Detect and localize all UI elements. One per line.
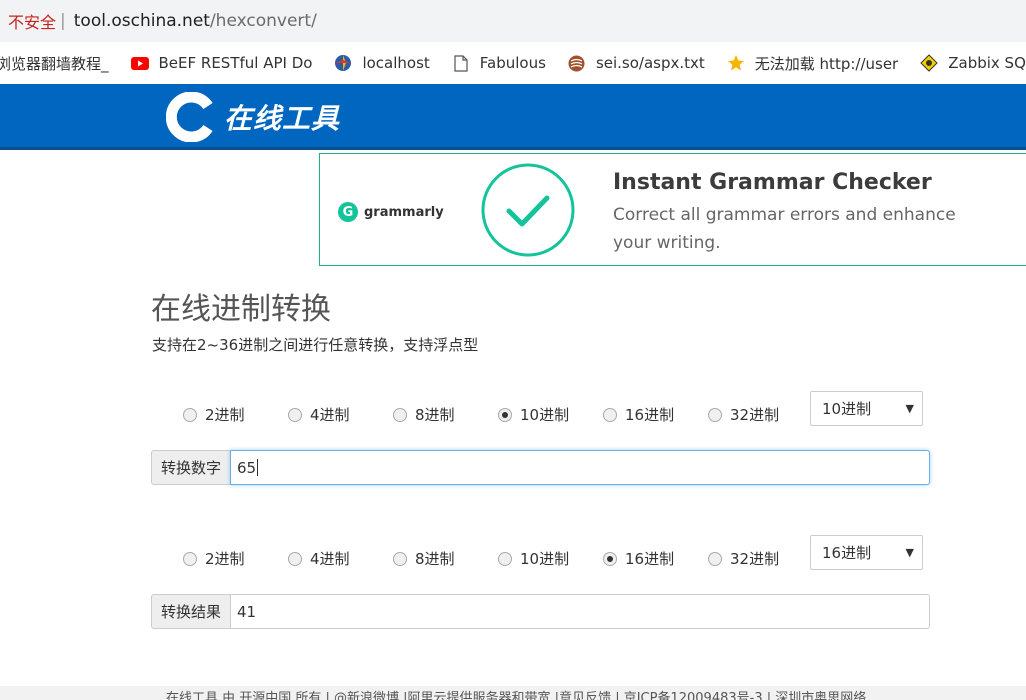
source-base-select[interactable]: 10进制 ▼	[810, 391, 923, 426]
result-output[interactable]: 41	[230, 594, 930, 629]
radio-label: 16进制	[625, 406, 675, 424]
radio-button[interactable]	[498, 407, 512, 422]
radio-label: 2进制	[205, 406, 245, 424]
radio-button[interactable]	[288, 407, 302, 422]
source-radio-10[interactable]: 10进制	[498, 404, 603, 425]
security-indicator[interactable]: 不安全	[8, 9, 56, 33]
result-field: 转换结果 41	[151, 594, 930, 629]
ad-body: Correct all grammar errors and enhance y…	[613, 205, 956, 253]
bookmark-label: Zabbix SQL Inje	[948, 54, 1026, 72]
radio-label: 2进制	[205, 550, 245, 568]
input-value: 65	[237, 458, 257, 477]
dropdown-arrow-icon: ▼	[905, 402, 914, 415]
zabbix-icon	[920, 54, 938, 72]
radio-button[interactable]	[183, 407, 197, 422]
source-radio-8[interactable]: 8进制	[393, 404, 498, 425]
radio-label: 32进制	[730, 550, 780, 568]
target-radio-2[interactable]: 2进制	[183, 548, 288, 569]
bookmark-label: BeEF RESTful API Do	[158, 54, 313, 72]
source-radio-2[interactable]: 2进制	[183, 404, 288, 425]
radio-button[interactable]	[393, 551, 407, 566]
localhost-icon	[334, 54, 352, 72]
site-logo[interactable]: 在线工具	[166, 92, 340, 142]
radio-label: 16进制	[625, 550, 675, 568]
radio-button[interactable]	[708, 551, 722, 566]
ad-brand: grammarly	[364, 204, 444, 220]
page-icon	[452, 54, 470, 72]
bookmark-item[interactable]: Fabulous	[452, 54, 546, 72]
target-radio-10[interactable]: 10进制	[498, 548, 603, 569]
address-bar[interactable]: 不安全 | tool.oschina.net/hexconvert/	[0, 0, 1026, 42]
bookmark-label: 无法加载 http://user	[754, 54, 899, 73]
url-path[interactable]: /hexconvert/	[210, 11, 317, 31]
dropdown-arrow-icon: ▼	[905, 546, 914, 559]
bookmark-item[interactable]: 无法加载 http://user	[727, 53, 898, 74]
radio-label: 10进制	[520, 550, 570, 568]
site-header: 在线工具	[0, 84, 1026, 150]
page-title: 在线进制转换	[151, 292, 331, 327]
target-radio-4[interactable]: 4进制	[288, 548, 393, 569]
url-host[interactable]: tool.oschina.net	[74, 11, 210, 31]
radio-button[interactable]	[603, 407, 617, 422]
source-radio-4[interactable]: 4进制	[288, 404, 393, 425]
target-base-radio-group: 2进制 4进制 8进制 10进制 16进制 32进制	[183, 548, 813, 569]
text-cursor	[257, 459, 259, 476]
checkmark-icon	[481, 163, 575, 257]
input-number-field: 转换数字 65	[151, 450, 930, 485]
page-footer: 在线工具 由 开源中国 所有 | @新浪微博 |阿里云提供服务器和带宽 |意见反…	[0, 686, 1026, 700]
target-radio-32[interactable]: 32进制	[708, 548, 813, 569]
bookmark-item[interactable]: sei.so/aspx.txt	[568, 54, 705, 72]
bookmarks-bar: 浏览器翻墙教程_ BeEF RESTful API Do localhost F…	[0, 42, 1026, 84]
input-label: 转换数字	[151, 450, 230, 485]
select-value: 16进制	[822, 544, 872, 562]
radio-label: 4进制	[310, 406, 350, 424]
source-radio-32[interactable]: 32进制	[708, 404, 813, 425]
number-input[interactable]: 65	[230, 450, 930, 485]
radio-label: 32进制	[730, 406, 780, 424]
target-radio-8[interactable]: 8进制	[393, 548, 498, 569]
grammarly-icon: G	[338, 202, 358, 222]
sei-icon	[568, 54, 586, 72]
radio-button[interactable]	[393, 407, 407, 422]
page-subtitle: 支持在2~36进制之间进行任意转换，支持浮点型	[152, 336, 479, 354]
radio-button[interactable]	[183, 551, 197, 566]
target-radio-16[interactable]: 16进制	[603, 548, 708, 569]
result-label: 转换结果	[151, 594, 230, 629]
radio-button[interactable]	[288, 551, 302, 566]
bookmark-item[interactable]: BeEF RESTful API Do	[130, 54, 313, 72]
c-logo-icon	[166, 92, 213, 142]
bookmark-item[interactable]: Zabbix SQL Inje	[920, 54, 1026, 72]
bookmark-label: 浏览器翻墙教程_	[0, 54, 109, 73]
bookmark-label: sei.so/aspx.txt	[595, 54, 705, 72]
radio-label: 10进制	[520, 406, 570, 424]
bookmark-label: Fabulous	[479, 54, 546, 72]
radio-label: 4进制	[310, 550, 350, 568]
ad-banner[interactable]: G grammarly Instant Grammar Checker Corr…	[319, 153, 1026, 266]
radio-button[interactable]	[498, 551, 512, 566]
radio-label: 8进制	[415, 406, 455, 424]
grammarly-logo: G grammarly	[338, 202, 444, 222]
source-radio-16[interactable]: 16进制	[603, 404, 708, 425]
bookmark-item[interactable]: 浏览器翻墙教程_	[0, 53, 109, 74]
ad-title: Instant Grammar Checker	[613, 170, 932, 195]
select-value: 10进制	[822, 400, 872, 418]
radio-button[interactable]	[603, 551, 617, 566]
star-icon	[727, 54, 745, 72]
radio-label: 8进制	[415, 550, 455, 568]
address-separator: |	[60, 11, 66, 31]
radio-button[interactable]	[708, 407, 722, 422]
bookmark-label: localhost	[362, 54, 430, 72]
bookmark-item[interactable]: localhost	[334, 54, 430, 72]
youtube-icon	[130, 54, 149, 72]
source-base-radio-group: 2进制 4进制 8进制 10进制 16进制 32进制	[183, 404, 813, 425]
logo-text: 在线工具	[224, 102, 341, 135]
target-base-select[interactable]: 16进制 ▼	[810, 535, 923, 570]
